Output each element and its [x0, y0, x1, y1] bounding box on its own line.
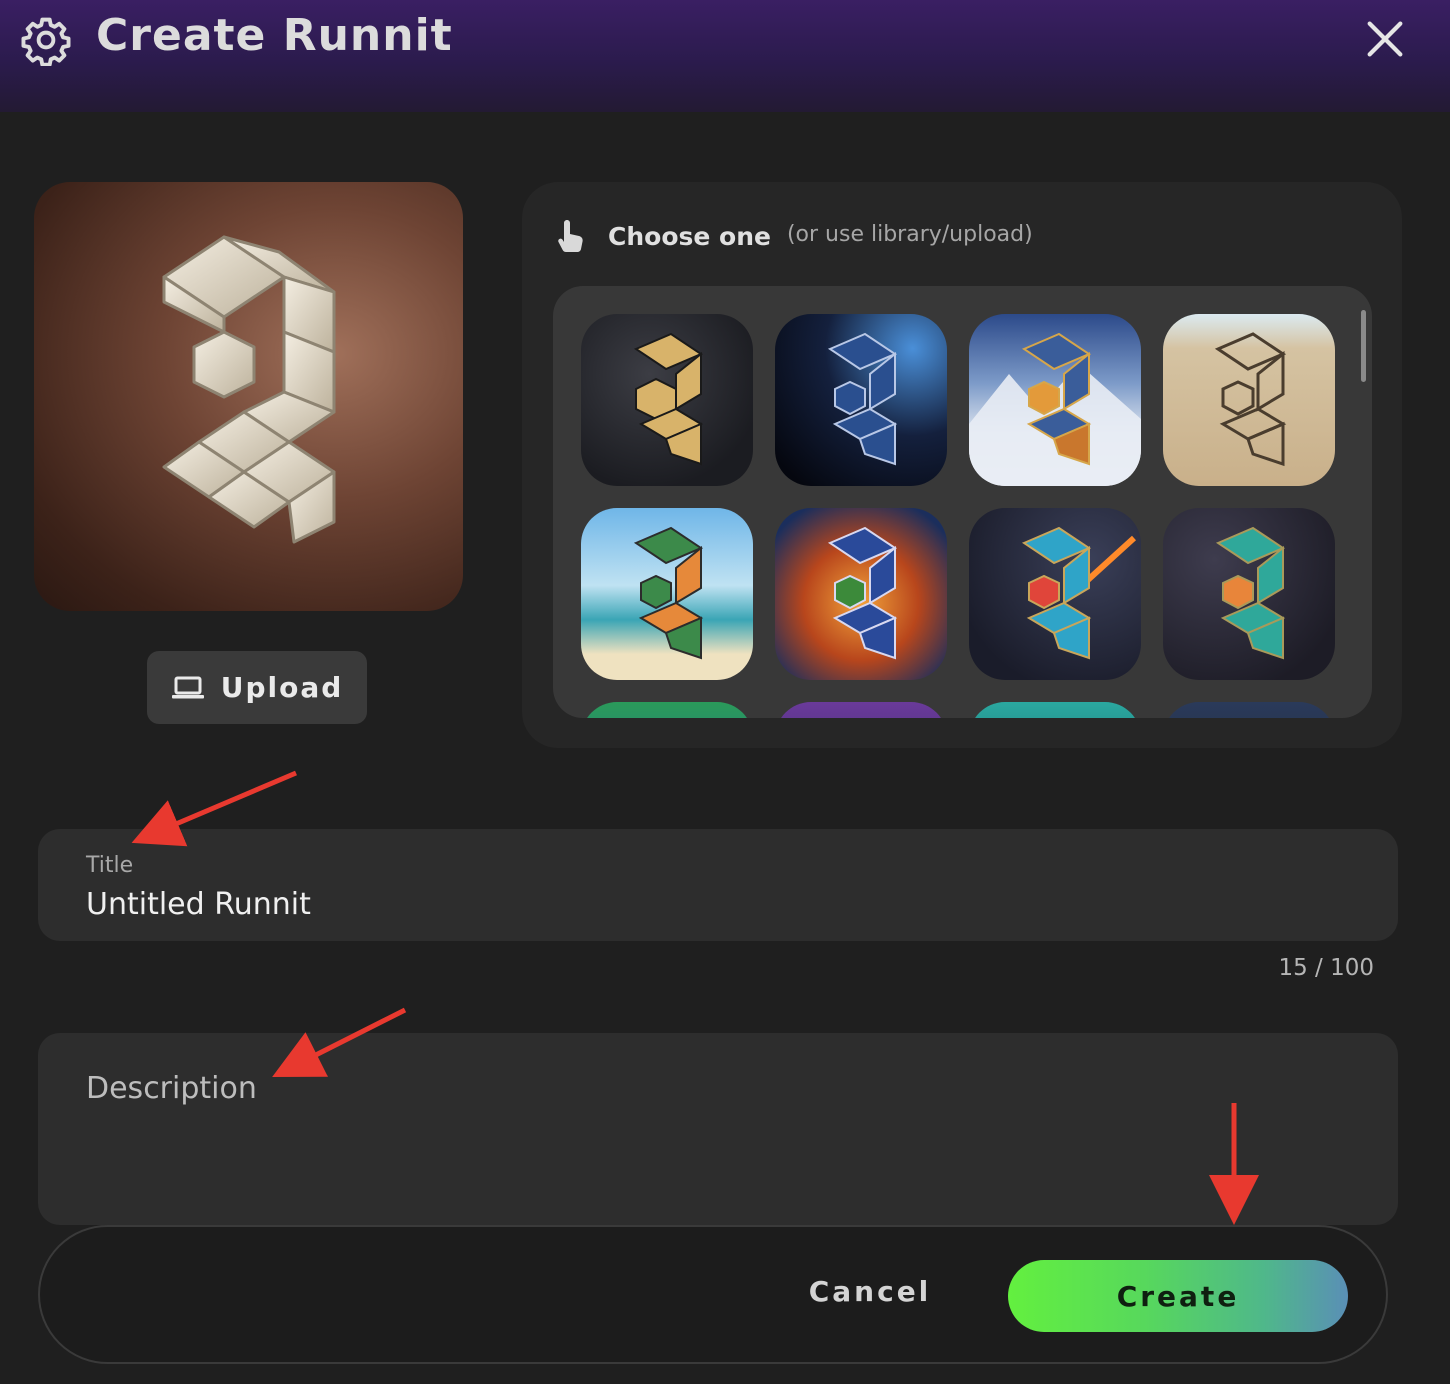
thumbnail-option[interactable] [1163, 508, 1335, 680]
modal-footer: Cancel Create [38, 1225, 1388, 1364]
laptop-icon [171, 676, 204, 698]
choose-title: Choose one [608, 221, 771, 251]
grid-scrollbar[interactable] [1361, 310, 1366, 382]
title-input[interactable]: Untitled Runnit [86, 887, 311, 922]
upload-label: Upload [220, 671, 344, 704]
thumbnail-option[interactable] [775, 314, 947, 486]
thumbnail-grid [553, 286, 1372, 718]
choose-header: Choose one (or use library/upload) [556, 216, 1033, 256]
modal-title: Create Runnit [96, 10, 453, 61]
thumbnail-option[interactable] [775, 702, 947, 718]
thumbnail-option[interactable] [775, 508, 947, 680]
logo-tile-image [162, 235, 336, 544]
title-char-counter: 15 / 100 [1278, 955, 1374, 981]
annotation-arrow [131, 770, 297, 847]
thumbnail-option[interactable] [581, 702, 753, 718]
title-field[interactable]: Title Untitled Runnit [38, 829, 1398, 941]
choose-subtitle: (or use library/upload) [786, 221, 1033, 247]
title-label: Title [86, 853, 134, 878]
thumbnail-option[interactable] [581, 314, 753, 486]
create-button[interactable]: Create [1008, 1260, 1348, 1332]
thumbnail-option[interactable] [1163, 314, 1335, 486]
selected-thumbnail-preview [34, 182, 463, 611]
description-field[interactable]: Description [38, 1033, 1398, 1225]
modal-header: Create Runnit [0, 0, 1450, 112]
description-input[interactable]: Description [86, 1071, 257, 1106]
thumbnail-option[interactable] [969, 508, 1141, 680]
thumbnail-option[interactable] [581, 508, 753, 680]
choose-thumbnail-panel: Choose one (or use library/upload) [522, 182, 1402, 748]
thumbnail-option[interactable] [969, 314, 1141, 486]
cancel-button[interactable]: Cancel [800, 1275, 940, 1319]
create-label: Create [1116, 1279, 1240, 1313]
thumbnail-option[interactable] [969, 702, 1141, 718]
thumbnail-option[interactable] [1163, 702, 1335, 718]
close-icon[interactable] [1362, 16, 1408, 62]
gear-icon [21, 17, 71, 66]
upload-button[interactable]: Upload [147, 651, 367, 724]
pointer-hand-icon [558, 220, 583, 252]
